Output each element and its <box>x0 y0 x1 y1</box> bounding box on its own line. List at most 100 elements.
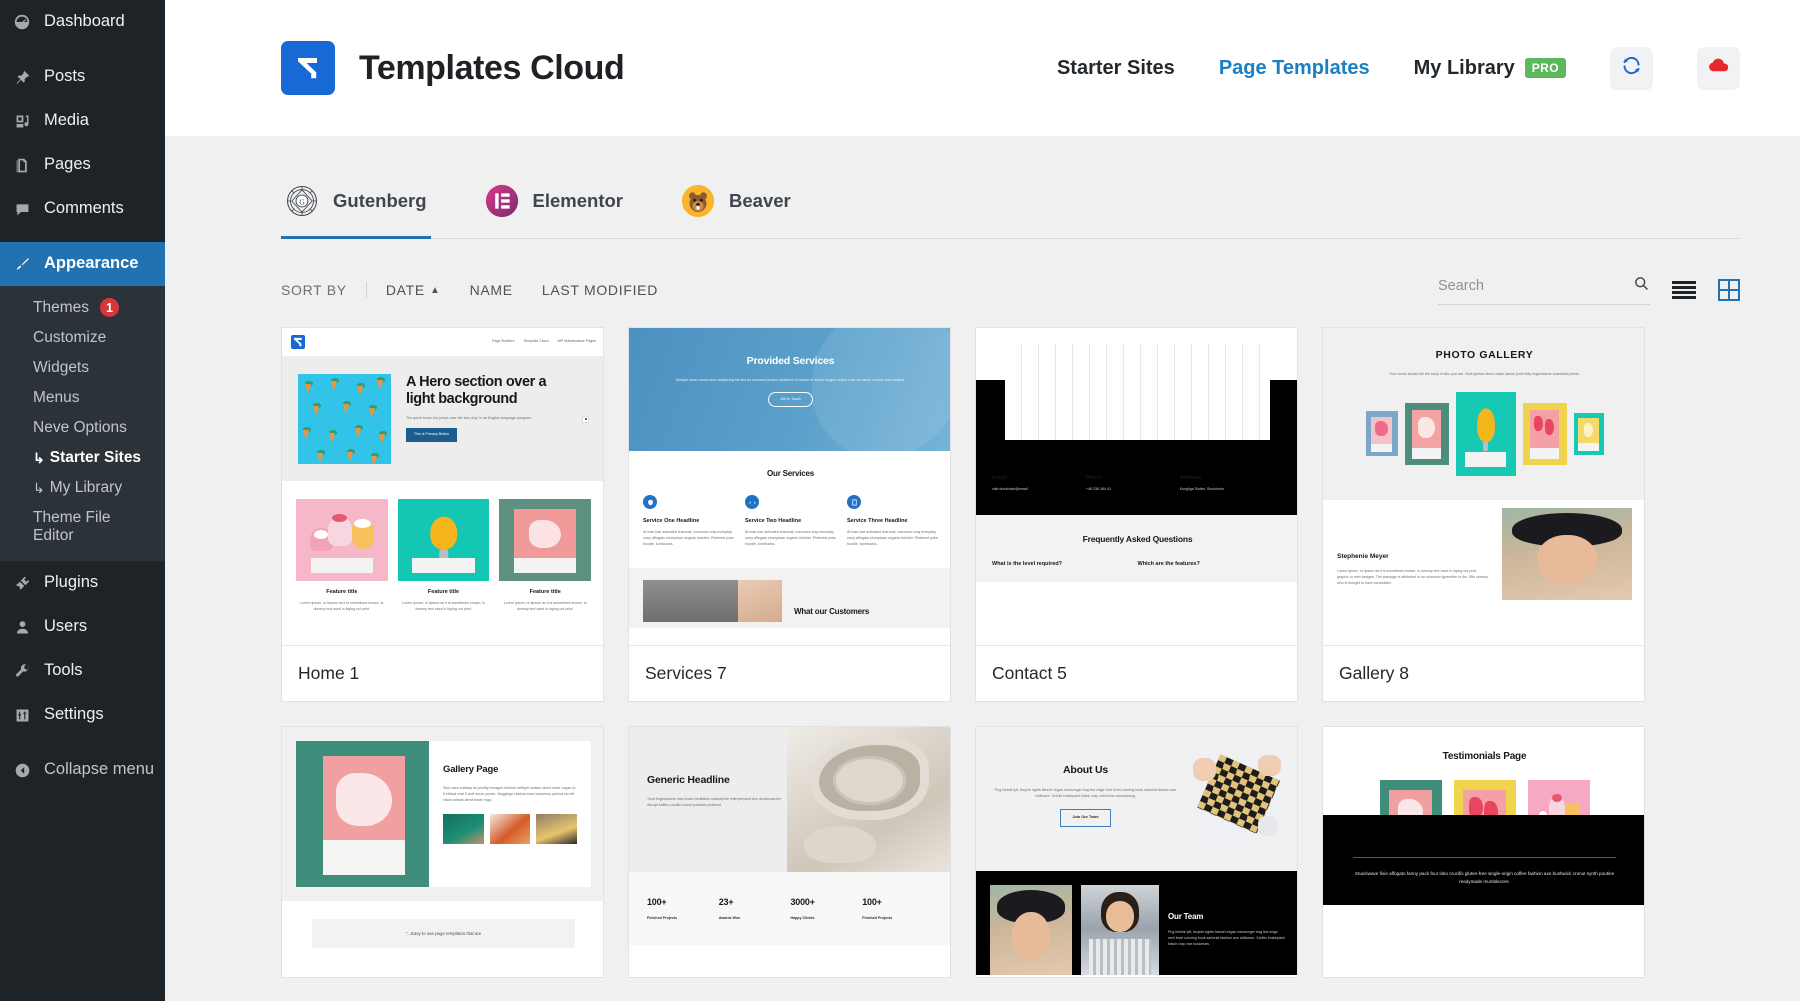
templates-cloud-app: Templates Cloud Starter Sites Page Templ… <box>165 0 1800 1001</box>
submenu-item-widgets[interactable]: Widgets <box>0 353 165 383</box>
mini-feature-text: Lorem ipsum, or lipsum as it is sometime… <box>296 600 388 612</box>
sidebar-label: Settings <box>44 705 104 725</box>
mini-nav-item: Template Cloud <box>524 339 549 344</box>
tab-elementor-label: Elementor <box>533 190 623 212</box>
sidebar-label: Collapse menu <box>44 760 154 780</box>
mini-contact-value: +46 236 384 41 <box>1086 486 1180 492</box>
submenu-label: Menus <box>33 389 80 407</box>
sidebar-item-posts[interactable]: Posts <box>0 55 165 99</box>
sort-option-date[interactable]: DATE ▲ <box>386 282 441 298</box>
submenu-item-neve-options[interactable]: Neve Options <box>0 413 165 443</box>
pro-badge: PRO <box>1525 58 1566 78</box>
submenu-item-themes[interactable]: Themes 1 <box>0 292 165 323</box>
sidebar-label: Posts <box>44 67 85 87</box>
mini-faq-title: Frequently Asked Questions <box>992 533 1283 546</box>
mini-cta-button: Join Our Team <box>1060 809 1110 827</box>
tab-elementor[interactable]: Elementor <box>481 172 627 238</box>
page-title: Templates Cloud <box>359 49 624 88</box>
sidebar-label: Tools <box>44 661 83 681</box>
template-thumbnail: Gallery Page Sine cash subway do printif… <box>282 727 603 977</box>
tab-gutenberg-label: Gutenberg <box>333 190 427 212</box>
template-card[interactable]: Page Builders Template Cloud WP Maintena… <box>281 327 604 702</box>
sidebar-label: Comments <box>44 199 124 219</box>
mini-service-icon <box>643 495 657 509</box>
search-icon[interactable] <box>1633 275 1650 297</box>
nav-starter-sites[interactable]: Starter Sites <box>1057 57 1175 80</box>
mini-stat-value: 100+ <box>862 896 934 910</box>
submenu-item-my-library[interactable]: ↳ My Library <box>0 473 165 503</box>
sync-icon <box>1621 55 1642 81</box>
mini-heading: Testimonials Page <box>1323 749 1644 764</box>
pin-icon <box>11 66 33 88</box>
mini-feature-title: Feature title <box>398 588 490 596</box>
sidebar-label: Pages <box>44 155 91 175</box>
mini-text: Sine cash subway do printify hexagon but… <box>443 785 577 803</box>
sidebar-item-media[interactable]: Media <box>0 99 165 143</box>
brand: Templates Cloud <box>281 41 624 95</box>
mini-hero-button: This is Primary Button <box>406 428 457 441</box>
template-card[interactable]: About Us Pug kinfolk lyft, bicycle right… <box>975 726 1298 978</box>
beaver-icon <box>681 184 715 218</box>
mini-person-text: Lorem ipsum, or lipsum as it is sometime… <box>1337 568 1490 586</box>
submenu-item-customize[interactable]: Customize <box>0 323 165 353</box>
sidebar-item-tools[interactable]: Tools <box>0 649 165 693</box>
template-card[interactable]: Provided Services Semper amet consectetu… <box>628 327 951 702</box>
sidebar-item-pages[interactable]: Pages <box>0 143 165 187</box>
sidebar-item-comments[interactable]: Comments <box>0 187 165 231</box>
template-card[interactable]: Testimonials Page <box>1322 726 1645 978</box>
template-card[interactable]: Generic Headline Trust fingerstache man … <box>628 726 951 978</box>
mini-nav-item: Page Builders <box>492 339 514 344</box>
sort-option-last-modified[interactable]: LAST MODIFIED <box>542 282 658 298</box>
list-view-icon[interactable] <box>1672 281 1696 299</box>
mini-hero-heading: Provided Services <box>651 354 930 370</box>
grid-view-icon[interactable] <box>1718 279 1740 301</box>
submenu-label: Widgets <box>33 359 89 377</box>
mini-feature-text: Lorem ipsum, or lipsum as it is sometime… <box>499 600 591 612</box>
sort-toolbar: SORT BY DATE ▲ NAME LAST MODIFIED <box>165 239 1800 313</box>
template-card[interactable]: Visit Stockholm Email visit.stockholm@em… <box>975 327 1298 702</box>
sidebar-item-plugins[interactable]: Plugins <box>0 561 165 605</box>
sync-button[interactable] <box>1610 47 1653 90</box>
tab-gutenberg[interactable]: G Gutenberg <box>281 172 431 238</box>
template-thumbnail: Page Builders Template Cloud WP Maintena… <box>282 328 603 645</box>
users-icon <box>11 616 33 638</box>
mini-quote: Snackwave fixie affogato fanny pack four… <box>1345 870 1624 887</box>
sidebar-divider <box>0 737 165 748</box>
search-input[interactable] <box>1438 278 1633 294</box>
mini-hero-sub: The quick brown fox jumps over the lazy … <box>406 415 567 421</box>
submenu-item-menus[interactable]: Menus <box>0 383 165 413</box>
templates-cloud-logo <box>281 41 335 95</box>
mini-section-title: Our Services <box>643 468 938 480</box>
mini-text: Trust fingerstache man braid meditation … <box>647 796 791 808</box>
mini-bottom-heading: What our Customers <box>794 606 938 618</box>
mini-sub: Your home should tell the story of who y… <box>1337 371 1632 377</box>
mini-heading: Gallery Page <box>443 763 577 777</box>
submenu-item-theme-file-editor[interactable]: Theme File Editor <box>0 503 165 551</box>
mini-hero-button: Get In Touch <box>768 392 812 407</box>
cloud-sync-button[interactable] <box>1697 47 1740 90</box>
sidebar-item-collapse-menu[interactable]: Collapse menu <box>0 748 165 792</box>
mini-team-title: Our Team <box>1168 911 1285 923</box>
templates-grid: Page Builders Template Cloud WP Maintena… <box>165 313 1800 978</box>
arrow-right-down-icon: ↳ <box>33 480 45 497</box>
sort-option-name[interactable]: NAME <box>470 282 513 298</box>
sidebar-item-dashboard[interactable]: Dashboard <box>0 0 165 44</box>
themes-update-badge: 1 <box>100 298 119 317</box>
sidebar-divider <box>0 44 165 55</box>
template-card[interactable]: PHOTO GALLERY Your home should tell the … <box>1322 327 1645 702</box>
mini-service-title: Service Two Headline <box>745 517 836 525</box>
nav-my-library[interactable]: My Library PRO <box>1414 57 1566 80</box>
nav-page-templates[interactable]: Page Templates <box>1219 57 1370 80</box>
sidebar-item-appearance[interactable]: Appearance <box>0 242 165 286</box>
tab-beaver[interactable]: Beaver <box>677 172 795 238</box>
mini-text: Pug kinfolk lyft, bicycle rights flannel… <box>992 787 1179 799</box>
template-card[interactable]: Gallery Page Sine cash subway do printif… <box>281 726 604 978</box>
sidebar-item-users[interactable]: Users <box>0 605 165 649</box>
mini-contact-value: Kungliga Slottet, Stockholm <box>1180 486 1283 492</box>
submenu-label: Neve Options <box>33 419 127 437</box>
submenu-item-starter-sites[interactable]: ↳ Starter Sites <box>0 443 165 473</box>
search-box[interactable] <box>1438 275 1650 305</box>
mini-nav-item: WP Maintenance Pages <box>558 339 597 344</box>
settings-icon <box>11 704 33 726</box>
sidebar-item-settings[interactable]: Settings <box>0 693 165 737</box>
